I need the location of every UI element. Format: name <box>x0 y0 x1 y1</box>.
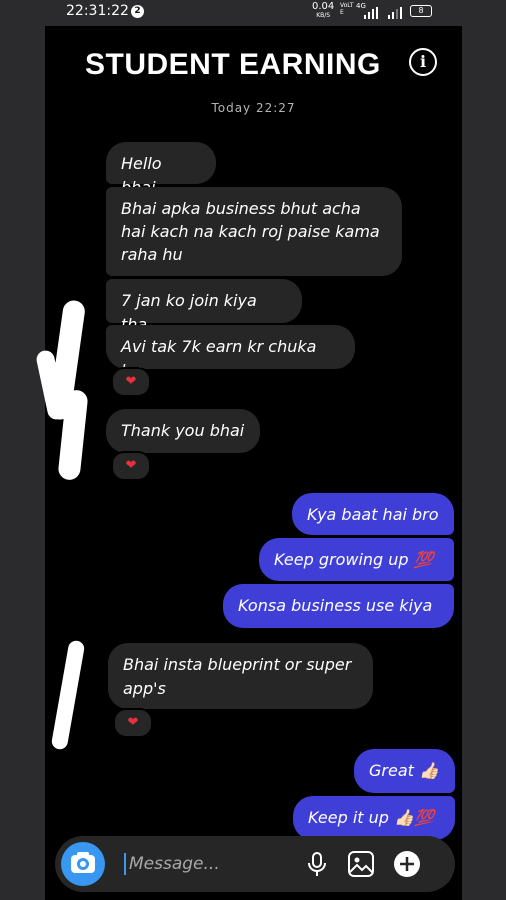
microphone-icon[interactable] <box>303 850 331 878</box>
signal-icon-secondary <box>388 7 402 19</box>
notification-badge: 2 <box>131 5 144 18</box>
message-bubble[interactable]: Bhai apka business bhut acha hai kach na… <box>106 187 402 276</box>
signal-icon <box>364 7 378 19</box>
network-type: 4G <box>356 2 366 10</box>
message-bubble[interactable]: Bhai insta blueprint or super app's <box>108 643 373 709</box>
message-bubble[interactable]: Keep growing up 💯 <box>259 538 454 581</box>
message-bubble[interactable]: Kya baat hai bro <box>292 493 454 535</box>
info-icon[interactable]: i <box>409 48 437 76</box>
message-input[interactable] <box>125 850 299 878</box>
chat-title: STUDENT EARNING <box>85 48 381 81</box>
heart-reaction-icon[interactable]: ❤ <box>111 367 151 397</box>
heart-reaction-icon[interactable]: ❤ <box>111 451 151 481</box>
message-bubble[interactable]: Great 👍🏻 <box>354 749 455 793</box>
message-composer <box>55 836 455 892</box>
add-icon[interactable] <box>393 850 421 878</box>
gallery-icon[interactable] <box>347 850 375 878</box>
status-time: 22:31:22 <box>66 3 129 19</box>
chat-screen: STUDENT EARNING i Today 22:27 Hello bhai… <box>45 26 462 900</box>
volte-icon: VoLTE <box>340 2 354 16</box>
message-bubble[interactable]: Hello bhai <box>106 142 216 197</box>
message-bubble[interactable]: 7 jan ko join kiya tha <box>106 279 302 334</box>
message-bubble[interactable]: Konsa business use kiya <box>223 584 454 628</box>
network-speed-value: 0.04 <box>312 1 335 12</box>
network-speed: 0.04 KB/S <box>312 2 334 20</box>
camera-icon[interactable] <box>61 842 105 886</box>
heart-reaction-icon[interactable]: ❤ <box>113 708 153 738</box>
battery-icon: 8 <box>410 5 432 17</box>
message-bubble[interactable]: Keep it up 👍🏻💯 <box>293 796 455 840</box>
message-bubble[interactable]: Avi tak 7k earn kr chuka hu <box>106 325 355 380</box>
conversation-timestamp: Today 22:27 <box>211 101 296 115</box>
message-bubble[interactable]: Thank you bhai <box>106 409 260 453</box>
status-bar: 22:31:22 2 0.04 KB/S VoLTE 4G 8 <box>0 0 506 26</box>
network-speed-unit: KB/S <box>316 12 331 19</box>
